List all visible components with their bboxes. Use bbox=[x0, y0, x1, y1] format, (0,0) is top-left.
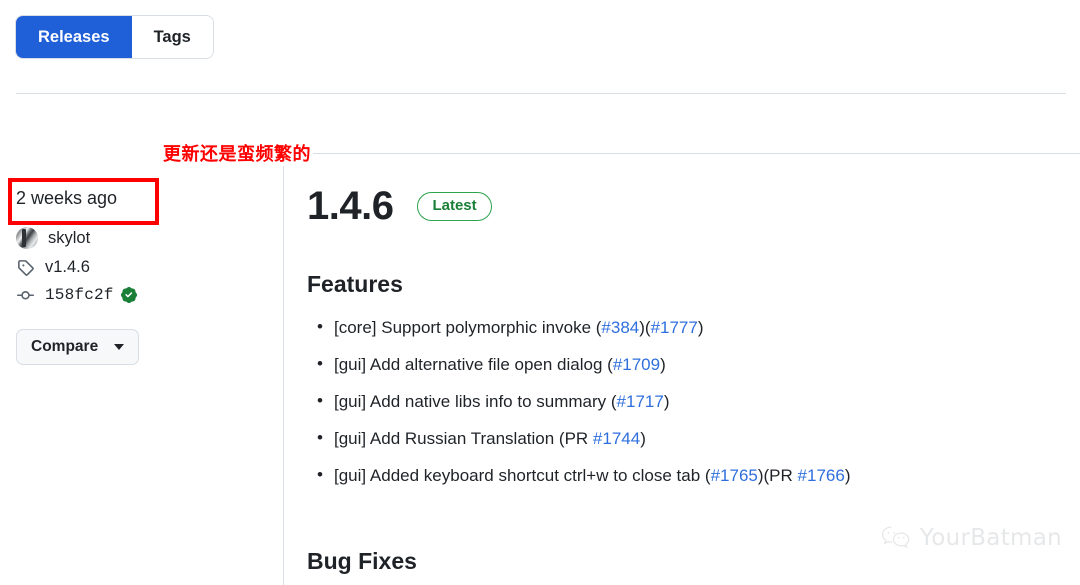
commit-icon bbox=[16, 286, 34, 304]
list-item: [gui] Added keyboard shortcut ctrl+w to … bbox=[317, 464, 1060, 486]
watermark: YourBatman bbox=[881, 525, 1062, 551]
annotation-highlight-box bbox=[8, 178, 159, 225]
release-tag-row[interactable]: v1.4.6 bbox=[16, 258, 266, 277]
release-author-row[interactable]: skylot bbox=[16, 227, 266, 249]
features-list: [core] Support polymorphic invoke (#384)… bbox=[307, 316, 1060, 486]
watermark-text: YourBatman bbox=[919, 525, 1062, 551]
list-item: [gui] Add Russian Translation (PR #1744) bbox=[317, 427, 1060, 449]
commit-hash[interactable]: 158fc2f bbox=[45, 286, 114, 304]
header-divider bbox=[16, 93, 1066, 94]
compare-button[interactable]: Compare bbox=[16, 329, 140, 365]
list-item-text: ) bbox=[697, 318, 704, 337]
issue-link[interactable]: #1744 bbox=[593, 429, 640, 448]
list-item-text: )( bbox=[639, 318, 651, 337]
compare-button-label: Compare bbox=[31, 338, 99, 355]
issue-link[interactable]: #1765 bbox=[711, 466, 758, 485]
author-name[interactable]: skylot bbox=[48, 229, 90, 248]
tab-releases[interactable]: Releases bbox=[16, 16, 132, 58]
chevron-down-icon bbox=[114, 344, 125, 350]
list-item-text: ) bbox=[660, 355, 666, 374]
annotation-text: 更新还是蛮频繁的 bbox=[161, 140, 313, 166]
wechat-icon bbox=[881, 525, 911, 551]
list-item-text: [gui] Add Russian Translation (PR bbox=[334, 429, 593, 448]
tag-icon bbox=[16, 259, 34, 277]
meta-column-divider bbox=[283, 153, 284, 585]
section-heading-features: Features bbox=[307, 271, 403, 297]
issue-link[interactable]: #1777 bbox=[651, 318, 698, 337]
release-body: 1.4.6 Latest Features [core] Support pol… bbox=[307, 182, 1060, 502]
issue-link[interactable]: #1717 bbox=[617, 392, 664, 411]
list-item-text: [gui] Added keyboard shortcut ctrl+w to … bbox=[334, 466, 711, 485]
list-item-text: [core] Support polymorphic invoke ( bbox=[334, 318, 602, 337]
issue-link[interactable]: #1766 bbox=[798, 466, 845, 485]
list-item: [gui] Add native libs info to summary (#… bbox=[317, 390, 1060, 412]
list-item-text: ) bbox=[640, 429, 646, 448]
tab-tags[interactable]: Tags bbox=[131, 16, 213, 58]
issue-link[interactable]: #384 bbox=[601, 318, 639, 337]
list-item-text: ) bbox=[844, 466, 851, 485]
list-item: [core] Support polymorphic invoke (#384)… bbox=[317, 316, 1060, 338]
list-item-text: [gui] Add native libs info to summary ( bbox=[334, 392, 617, 411]
latest-badge: Latest bbox=[417, 191, 492, 221]
release-version-title[interactable]: 1.4.6 bbox=[307, 182, 394, 230]
release-title-row: 1.4.6 Latest bbox=[307, 182, 1060, 230]
list-item-text: [gui] Add alternative file open dialog ( bbox=[334, 355, 613, 374]
release-tabs: Releases Tags bbox=[16, 16, 213, 58]
list-item-text: )(PR bbox=[757, 466, 798, 485]
section-heading-bug-fixes: Bug Fixes bbox=[307, 548, 417, 574]
verified-check-icon bbox=[120, 287, 137, 303]
list-item: [gui] Add alternative file open dialog (… bbox=[317, 353, 1060, 375]
avatar bbox=[16, 227, 38, 249]
release-commit-row[interactable]: 158fc2f bbox=[16, 286, 266, 304]
issue-link[interactable]: #1709 bbox=[613, 355, 660, 374]
list-item-text: ) bbox=[663, 392, 670, 411]
tag-name[interactable]: v1.4.6 bbox=[45, 258, 90, 277]
